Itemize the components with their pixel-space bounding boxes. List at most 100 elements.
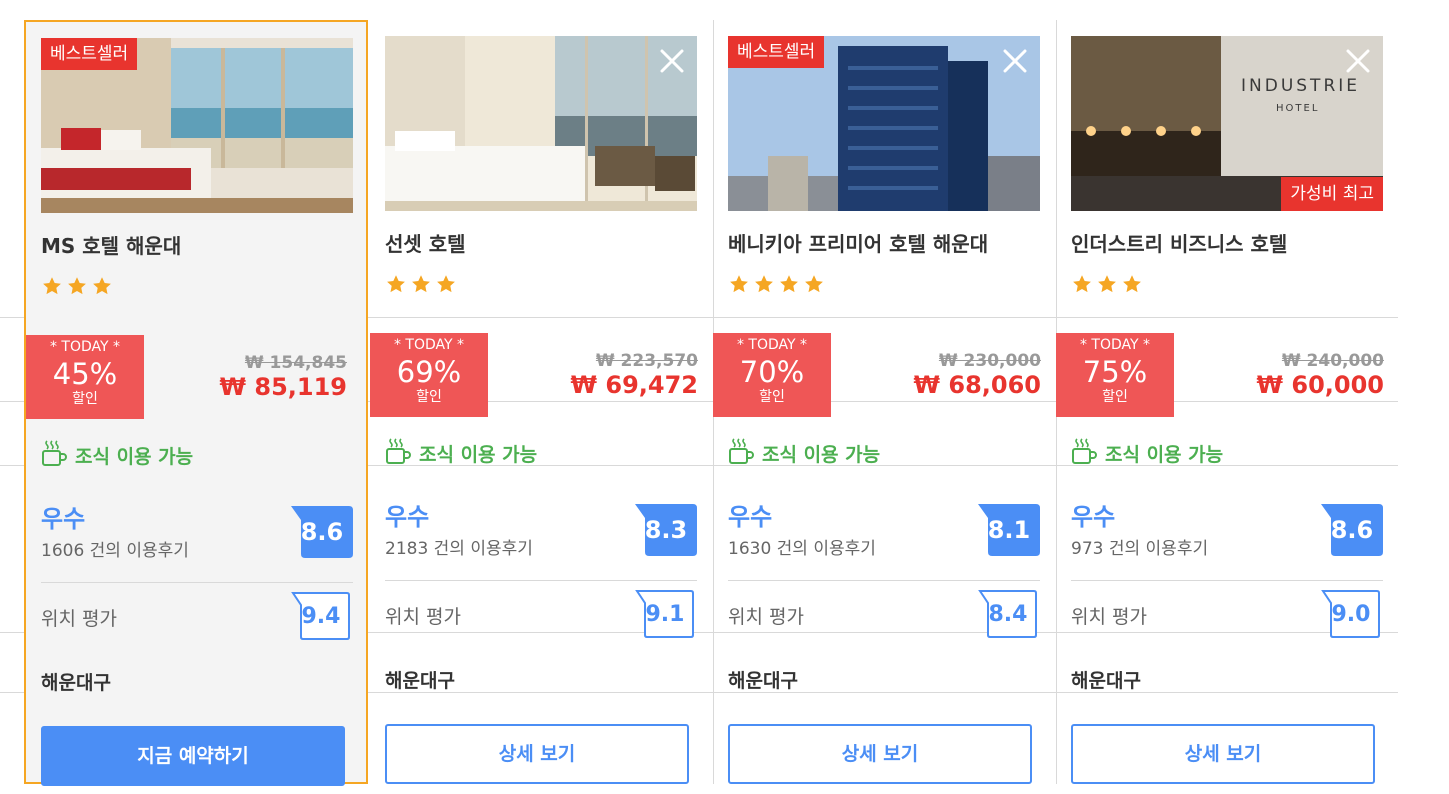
coffee-cup-icon	[41, 439, 67, 472]
view-details-button[interactable]: 상세 보기	[1071, 724, 1375, 784]
divider	[1071, 580, 1383, 581]
location-score: 8.4	[988, 602, 1028, 627]
review-rating: 우수 2183 건의 이용후기 8.3	[385, 502, 697, 582]
sale-price: ₩ 85,119	[219, 373, 347, 401]
discount-label: 할인	[416, 389, 442, 405]
coffee-cup-icon	[728, 437, 754, 470]
star-icon	[91, 275, 113, 301]
discount-label: 할인	[759, 389, 785, 405]
review-score-bubble: 8.6	[291, 506, 353, 558]
discount-percent: 69%	[396, 355, 462, 389]
hotel-card[interactable]: 베스트셀러 베니키아 프리미어 호텔 해운대 * TODAY * 70% 할인 …	[713, 20, 1057, 784]
star-rating	[728, 273, 825, 299]
star-icon	[753, 273, 775, 299]
deal-row: * TODAY * 69% 할인 ₩ 223,570 ₩ 69,472	[370, 333, 713, 417]
today-label: * TODAY *	[393, 337, 465, 353]
review-score-bubble: 8.6	[1321, 504, 1383, 556]
coffee-cup-icon	[385, 437, 411, 470]
breakfast-label: 조식 이용 가능	[419, 444, 538, 466]
deal-row: * TODAY * 70% 할인 ₩ 230,000 ₩ 68,060	[713, 333, 1056, 417]
star-icon	[41, 275, 63, 301]
location-score-bubble: 9.1	[635, 589, 695, 639]
breakfast-info: 조식 이용 가능	[385, 437, 537, 470]
hotel-card[interactable]: INDUSTRIE HOTEL 가성비 최고 인더스트리 비즈니스 호텔 * TO…	[1056, 20, 1400, 784]
breakfast-label: 조식 이용 가능	[1105, 444, 1224, 466]
close-icon[interactable]	[1002, 48, 1028, 74]
hotel-photo[interactable]: 베스트셀러	[728, 36, 1040, 211]
star-icon	[1096, 273, 1118, 299]
star-icon	[435, 273, 457, 299]
original-price: ₩ 223,570	[595, 351, 698, 371]
star-icon	[1071, 273, 1093, 299]
location-score: 9.0	[1331, 602, 1371, 627]
deal-row: * TODAY * 75% 할인 ₩ 240,000 ₩ 60,000	[1056, 333, 1399, 417]
star-rating	[385, 273, 457, 299]
bestseller-badge: 베스트셀러	[728, 36, 825, 68]
original-price: ₩ 230,000	[938, 351, 1041, 371]
discount-percent: 75%	[1082, 355, 1148, 389]
breakfast-info: 조식 이용 가능	[1071, 437, 1223, 470]
hotel-card-content: 베스트셀러 MS 호텔 해운대 * TODAY * 45% 할인 ₩ 154,8…	[26, 38, 353, 786]
svg-text:HOTEL: HOTEL	[1276, 103, 1319, 114]
hotel-card-content: 베스트셀러 베니키아 프리미어 호텔 해운대 * TODAY * 70% 할인 …	[713, 36, 1041, 784]
hotel-photo[interactable]: 베스트셀러	[41, 38, 353, 213]
review-rating: 우수 1630 건의 이용후기 8.1	[728, 502, 1040, 582]
close-icon[interactable]	[659, 48, 685, 74]
hotel-card[interactable]: 베스트셀러 MS 호텔 해운대 * TODAY * 45% 할인 ₩ 154,8…	[24, 20, 368, 786]
bestseller-badge: 베스트셀러	[41, 38, 138, 70]
book-now-button[interactable]: 지금 예약하기	[41, 726, 345, 786]
hotel-comparison: 베스트셀러 MS 호텔 해운대 * TODAY * 45% 할인 ₩ 154,8…	[0, 0, 1449, 794]
star-icon	[385, 273, 407, 299]
divider	[41, 582, 353, 583]
sale-price: ₩ 60,000	[1256, 371, 1384, 399]
best-value-badge: 가성비 최고	[1281, 177, 1383, 211]
divider	[385, 580, 697, 581]
view-details-button[interactable]: 상세 보기	[385, 724, 689, 784]
star-icon	[66, 275, 88, 301]
district: 해운대구	[728, 670, 798, 692]
review-score: 8.6	[1330, 516, 1374, 544]
star-icon	[410, 273, 432, 299]
original-price: ₩ 154,845	[244, 353, 347, 373]
hotel-card-content: 선셋 호텔 * TODAY * 69% 할인 ₩ 223,570 ₩ 69,47…	[370, 36, 698, 784]
location-score: 9.1	[645, 602, 685, 627]
hotel-photo[interactable]: INDUSTRIE HOTEL 가성비 최고	[1071, 36, 1383, 211]
close-icon[interactable]	[1345, 48, 1371, 74]
breakfast-info: 조식 이용 가능	[41, 439, 193, 472]
location-label: 위치 평가	[1071, 606, 1147, 628]
district: 해운대구	[41, 672, 111, 694]
svg-text:INDUSTRIE: INDUSTRIE	[1241, 76, 1360, 96]
hotel-name[interactable]: 선셋 호텔	[385, 228, 466, 257]
location-label: 위치 평가	[728, 606, 804, 628]
star-rating	[1071, 273, 1143, 299]
district: 해운대구	[385, 670, 455, 692]
review-score-bubble: 8.3	[635, 504, 697, 556]
hotel-card-content: INDUSTRIE HOTEL 가성비 최고 인더스트리 비즈니스 호텔 * TO…	[1056, 36, 1384, 784]
location-score-bubble: 8.4	[978, 589, 1038, 639]
review-score-bubble: 8.1	[978, 504, 1040, 556]
district: 해운대구	[1071, 670, 1141, 692]
hotel-name[interactable]: MS 호텔 해운대	[41, 230, 181, 259]
discount-percent: 70%	[739, 355, 805, 389]
discount-percent: 45%	[52, 357, 118, 391]
breakfast-info: 조식 이용 가능	[728, 437, 880, 470]
divider	[728, 580, 1040, 581]
discount-label: 할인	[1102, 389, 1128, 405]
star-icon	[803, 273, 825, 299]
today-label: * TODAY *	[736, 337, 808, 353]
sale-price: ₩ 69,472	[570, 371, 698, 399]
hotel-name[interactable]: 베니키아 프리미어 호텔 해운대	[728, 228, 988, 257]
today-label: * TODAY *	[49, 339, 121, 355]
location-score: 9.4	[301, 604, 341, 629]
review-rating: 우수 1606 건의 이용후기 8.6	[41, 504, 353, 584]
hotel-name[interactable]: 인더스트리 비즈니스 호텔	[1071, 228, 1287, 257]
breakfast-label: 조식 이용 가능	[75, 446, 194, 468]
today-label: * TODAY *	[1079, 337, 1151, 353]
breakfast-label: 조식 이용 가능	[762, 444, 881, 466]
view-details-button[interactable]: 상세 보기	[728, 724, 1032, 784]
review-rating: 우수 973 건의 이용후기 8.6	[1071, 502, 1383, 582]
hotel-photo[interactable]	[385, 36, 697, 211]
star-icon	[1121, 273, 1143, 299]
hotel-card[interactable]: 선셋 호텔 * TODAY * 69% 할인 ₩ 223,570 ₩ 69,47…	[370, 20, 714, 784]
original-price: ₩ 240,000	[1281, 351, 1384, 371]
